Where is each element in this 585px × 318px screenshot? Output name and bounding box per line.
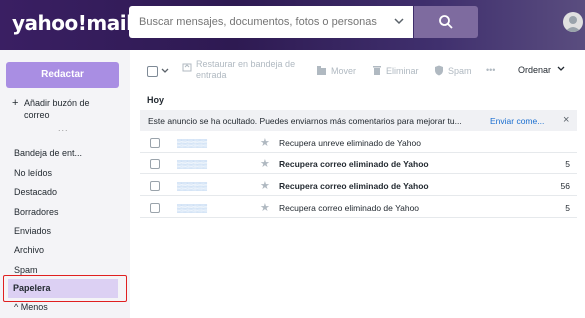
message-date: 5 [565, 203, 570, 213]
star-icon[interactable]: ★ [260, 201, 270, 214]
row-checkbox[interactable] [150, 159, 160, 169]
sort-label: Ordenar [518, 65, 552, 75]
message-subject: Recupera correo eliminado de Yahoo [279, 181, 429, 191]
delete-button[interactable]: Eliminar [386, 66, 419, 76]
more-actions-button[interactable]: ••• [486, 65, 495, 75]
search-button[interactable] [414, 6, 478, 38]
send-feedback-link[interactable]: Enviar come... [490, 116, 558, 126]
search-input[interactable] [129, 6, 389, 38]
folder-archive[interactable]: Archivo [14, 245, 44, 255]
date-group-label: Hoy [147, 95, 165, 105]
notice-text: Este anuncio se ha ocultado. Puedes envi… [148, 116, 462, 126]
compose-button[interactable]: Redactar [6, 62, 119, 88]
row-checkbox[interactable] [150, 138, 160, 148]
star-icon[interactable]: ★ [260, 179, 270, 192]
folder-drafts[interactable]: Borradores [14, 207, 59, 217]
highlight-outline [3, 275, 127, 302]
message-row[interactable]: ▒▒▒▒▒ ★ Recupera correo eliminado de Yah… [140, 154, 577, 174]
ad-hidden-notice: Este anuncio se ha ocultado. Puedes envi… [140, 110, 577, 131]
sender-blurred: ▒▒▒▒▒ [177, 181, 208, 191]
message-subject: Recupera correo eliminado de Yahoo [279, 203, 420, 213]
folder-sent[interactable]: Enviados [14, 226, 51, 236]
restore-button[interactable]: Restaurar en bandeja de entrada [196, 59, 316, 81]
message-row[interactable]: ▒▒▒▒▒ ★ Recupera correo eliminado de Yah… [140, 176, 577, 196]
message-row[interactable]: ▒▒▒▒▒ ★ Recupera correo eliminado de Yah… [140, 198, 577, 218]
yahoo-mail-logo[interactable]: yahoo!mail [12, 11, 133, 35]
more-dots[interactable]: ... [58, 123, 69, 133]
message-toolbar: Restaurar en bandeja de entrada Mover El… [140, 56, 585, 86]
move-button[interactable]: Mover [331, 66, 356, 76]
spam-button[interactable]: Spam [448, 66, 472, 76]
trash-icon [373, 66, 381, 75]
chevron-up-icon: ^ [14, 302, 21, 312]
message-date: 56 [560, 181, 570, 191]
less-label: Menos [20, 302, 48, 312]
folder-starred[interactable]: Destacado [14, 187, 57, 197]
star-icon[interactable]: ★ [260, 157, 270, 170]
search-box[interactable] [129, 6, 413, 38]
add-mailbox-label: Añadir buzón de correo [24, 98, 90, 120]
message-subject: Recupera unreve eliminado de Yahoo [279, 138, 421, 148]
sender-blurred: ▒▒▒▒▒ [177, 159, 208, 169]
top-header: yahoo!mail [0, 0, 585, 50]
user-avatar-icon [565, 16, 581, 32]
shield-icon [435, 65, 443, 76]
chevron-down-icon [557, 66, 565, 71]
message-date: 5 [565, 159, 570, 169]
folder-unread[interactable]: No leídos [14, 168, 52, 178]
message-subject: Recupera correo eliminado de Yahoo [279, 159, 429, 169]
chevron-down-icon[interactable] [161, 67, 169, 75]
add-mailbox-link[interactable]: + Añadir buzón de correo [12, 97, 112, 121]
search-icon [439, 15, 453, 29]
folder-inbox[interactable]: Bandeja de ent... [14, 148, 82, 158]
chevron-down-icon[interactable] [393, 15, 405, 27]
select-all-checkbox[interactable] [147, 66, 158, 77]
move-icon [317, 66, 326, 75]
less-toggle[interactable]: ^ Menos [14, 302, 48, 312]
plus-icon: + [12, 97, 19, 109]
close-icon[interactable]: × [563, 114, 569, 126]
scrollbar[interactable] [577, 50, 585, 318]
restore-icon [182, 63, 192, 72]
avatar[interactable] [563, 12, 583, 32]
sender-blurred: ▒▒▒▒▒ [177, 203, 208, 213]
star-icon[interactable]: ★ [260, 136, 270, 149]
folder-spam[interactable]: Spam [14, 265, 38, 275]
message-row[interactable]: ▒▒▒▒▒ ★ Recupera unreve eliminado de Yah… [140, 133, 577, 153]
row-checkbox[interactable] [150, 203, 160, 213]
row-checkbox[interactable] [150, 181, 160, 191]
sort-button[interactable]: Ordenar [518, 65, 565, 75]
sender-blurred: ▒▒▒▒▒ [177, 138, 208, 148]
